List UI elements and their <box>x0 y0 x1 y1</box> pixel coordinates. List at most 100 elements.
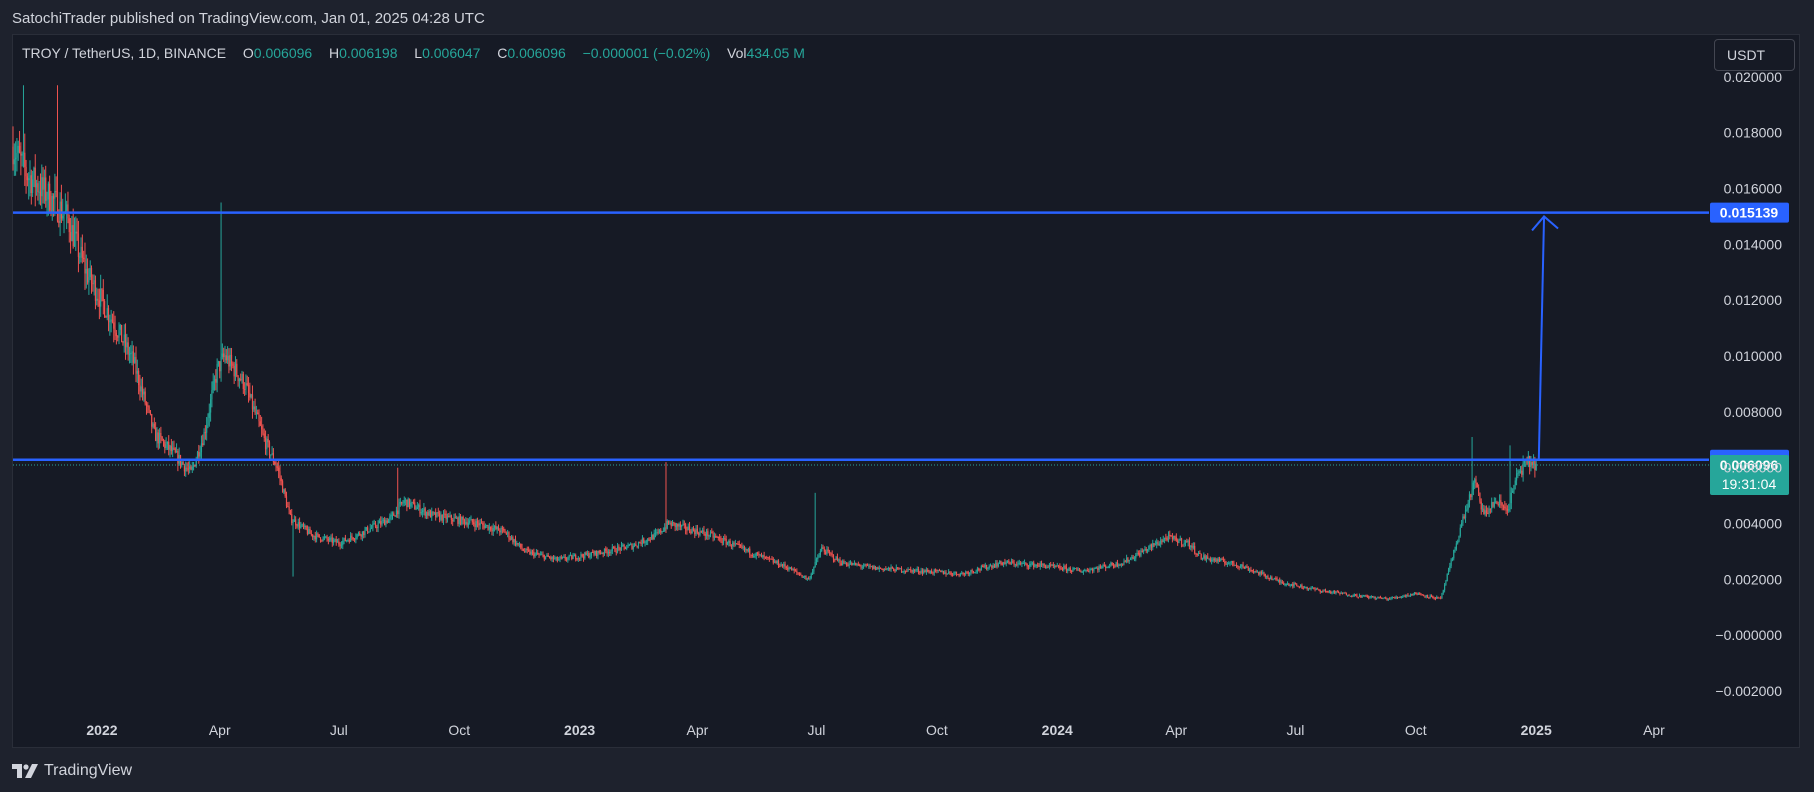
candle-body <box>1178 540 1180 544</box>
candle-body <box>499 530 501 533</box>
candle-body <box>350 535 352 542</box>
candle-body <box>126 342 128 348</box>
candle-body <box>630 544 632 546</box>
candle-body <box>156 432 158 442</box>
candle-body <box>411 501 413 503</box>
candle-body <box>881 568 883 570</box>
candle-body <box>12 146 14 165</box>
candle-body <box>898 567 900 570</box>
candle-body <box>970 570 972 573</box>
candle-body <box>66 204 68 211</box>
candle-body <box>367 527 369 533</box>
candle-body <box>1076 568 1078 570</box>
candle-body <box>117 336 119 338</box>
candle-body <box>618 546 620 548</box>
candle-body <box>1530 461 1532 468</box>
candle-body <box>246 383 248 385</box>
candle-body <box>1061 568 1064 570</box>
candle-body <box>33 167 35 180</box>
currency-button[interactable]: USDT <box>1714 39 1795 71</box>
open-label: O <box>242 45 254 61</box>
candle-body <box>151 414 153 427</box>
candle-body <box>1133 558 1136 560</box>
candle-body <box>1462 516 1464 523</box>
candle-body <box>1290 583 1293 585</box>
candle-body <box>373 523 375 525</box>
candle-body <box>1255 571 1257 573</box>
candle-body <box>1523 460 1526 463</box>
candle-body <box>436 512 438 518</box>
candle-body <box>1404 595 1406 597</box>
candle-body <box>576 559 578 561</box>
candle-body <box>1517 473 1519 475</box>
candle-body <box>1207 556 1209 559</box>
candle-body <box>928 571 930 574</box>
candle-body <box>418 504 420 508</box>
candle-body <box>377 523 379 529</box>
candle-body <box>492 527 494 532</box>
candle-body <box>953 573 955 575</box>
candle-body <box>749 548 751 555</box>
candle-body <box>1043 564 1045 566</box>
candle-body <box>1110 562 1112 567</box>
candle-body <box>1029 563 1031 567</box>
candle-body <box>318 534 320 538</box>
candle-body <box>1226 563 1228 565</box>
open-value: 0.006096 <box>253 45 313 61</box>
candle-body <box>645 541 647 543</box>
candle-body <box>1183 543 1185 545</box>
candle-body <box>768 557 770 559</box>
candle-body <box>1009 562 1011 565</box>
candle-body <box>1067 568 1069 571</box>
candle-body <box>760 554 763 558</box>
candle-body <box>825 551 827 554</box>
candle-body <box>805 576 807 579</box>
candle-body <box>390 514 392 517</box>
tradingview-logo-icon[interactable] <box>12 764 38 778</box>
candle-body <box>1262 572 1264 574</box>
tradingview-brand[interactable]: TradingView <box>44 762 132 780</box>
candle-body <box>931 570 933 573</box>
candle-body <box>1286 583 1289 585</box>
candle-body <box>241 373 243 381</box>
candle-body <box>79 256 81 258</box>
candle-body <box>342 540 344 546</box>
candle-body <box>725 539 727 545</box>
candle-body <box>28 178 30 181</box>
candle-body <box>1381 598 1383 600</box>
candle-body <box>762 555 764 558</box>
candle-body <box>852 563 854 566</box>
candle-body <box>766 556 768 558</box>
candle-body <box>637 542 640 547</box>
candle-body <box>107 308 110 322</box>
candle-body <box>1504 506 1506 509</box>
candle-body <box>1300 584 1302 588</box>
candle-body <box>1479 492 1481 502</box>
candle-body <box>982 566 984 568</box>
candle-body <box>1382 598 1384 600</box>
candle-body <box>999 560 1001 564</box>
candle-body <box>1040 563 1043 565</box>
candle-body <box>85 268 87 274</box>
candle-body <box>191 466 193 470</box>
candle-body <box>216 363 218 383</box>
candle-body <box>247 384 250 393</box>
x-tick-label: Apr <box>1165 722 1187 738</box>
price-chart[interactable]: 0.0151390.0062830.00609619:31:040.020000… <box>0 0 1814 792</box>
candle-body <box>270 454 272 456</box>
candle-body <box>496 526 498 530</box>
candle-body <box>1232 560 1234 564</box>
candle-body <box>1509 503 1511 510</box>
candle-body <box>1056 565 1058 567</box>
candle-body <box>1167 534 1170 540</box>
candle-body <box>609 552 611 554</box>
candle-body <box>1048 564 1050 567</box>
candle-body <box>132 351 134 363</box>
candle-body <box>1413 592 1416 595</box>
candle-body <box>1311 587 1314 589</box>
y-tick-label: 0.018000 <box>1724 125 1783 141</box>
candle-body <box>157 432 159 444</box>
candle-body <box>1292 583 1294 587</box>
symbol-info[interactable]: TROY / TetherUS, 1D, BINANCE <box>22 45 226 61</box>
candle-body <box>877 567 879 570</box>
